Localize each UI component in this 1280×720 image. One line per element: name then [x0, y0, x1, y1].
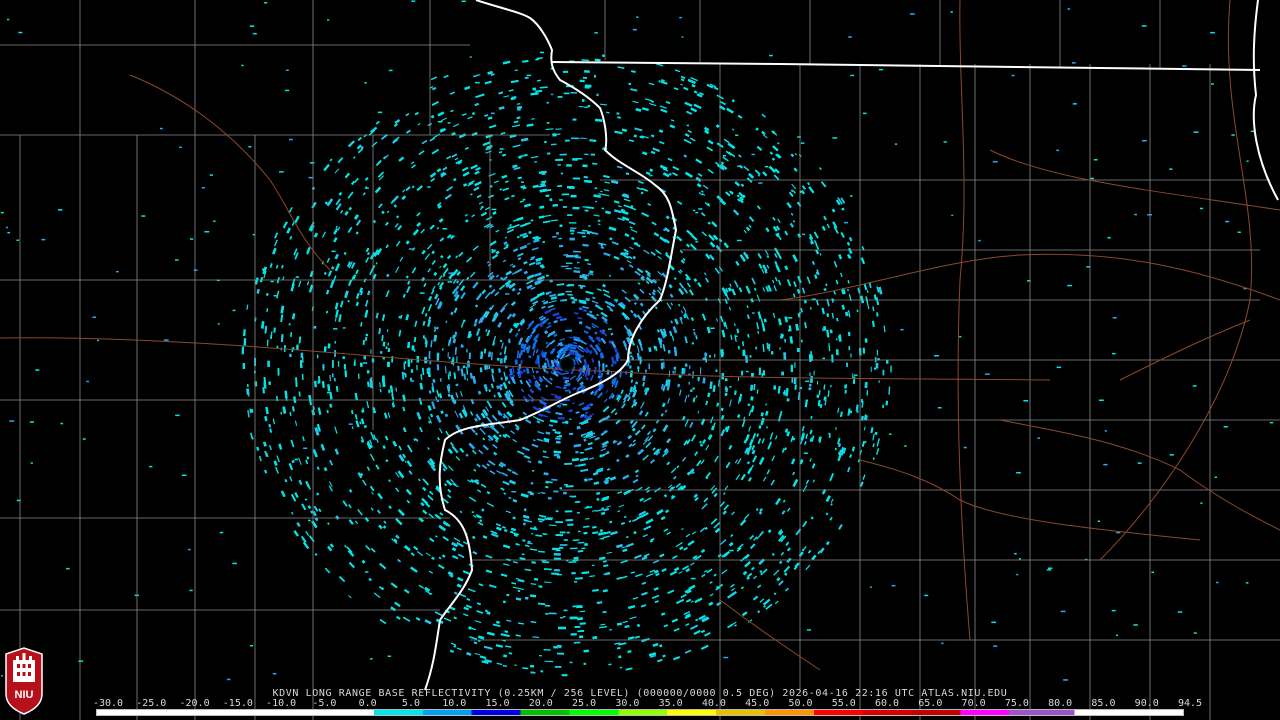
scale-tick: 90.0	[1134, 698, 1159, 709]
scale-tick: 60.0	[874, 698, 900, 709]
logo-text: NIU	[15, 689, 34, 701]
scale-tick: 5.0	[401, 698, 420, 709]
scale-tick: -30.0	[92, 698, 124, 709]
niu-logo: NIU	[5, 647, 43, 715]
scale-tick: 35.0	[658, 698, 683, 709]
scale-tick: 75.0	[1004, 698, 1029, 709]
scale-tick: 40.0	[701, 698, 726, 709]
scale-tick: 65.0	[918, 698, 943, 709]
scale-tick: 55.0	[831, 698, 856, 709]
scale-tick: 80.0	[1048, 698, 1073, 709]
scale-tick: 0.0	[358, 698, 377, 709]
scale-tick: 94.5	[1177, 698, 1203, 709]
scale-tick: 20.0	[528, 698, 553, 709]
scale-tick: 70.0	[961, 698, 986, 709]
scale-tick: -25.0	[136, 698, 167, 709]
radar-center	[559, 356, 575, 372]
scale-tick: 10.0	[442, 698, 467, 709]
reflectivity-colorbar	[96, 709, 1184, 716]
scale-tick: 45.0	[745, 698, 770, 709]
scale-tick: -5.0	[312, 698, 337, 709]
scale-tick: 50.0	[788, 698, 813, 709]
scale-tick: -10.0	[266, 698, 297, 709]
scale-tick: 25.0	[572, 698, 597, 709]
scale-tick: 85.0	[1091, 698, 1116, 709]
scale-tick: 15.0	[485, 698, 510, 709]
radar-map	[0, 0, 1280, 720]
scale-tick: -20.0	[179, 698, 210, 709]
scale-tick: 30.0	[615, 698, 640, 709]
scale-tick: -15.0	[222, 698, 253, 709]
scale-ticks: -30.0 -25.0 -20.0 -15.0 -10.0 -5.0 0.0 5.0 10.0 1…	[88, 698, 1202, 709]
